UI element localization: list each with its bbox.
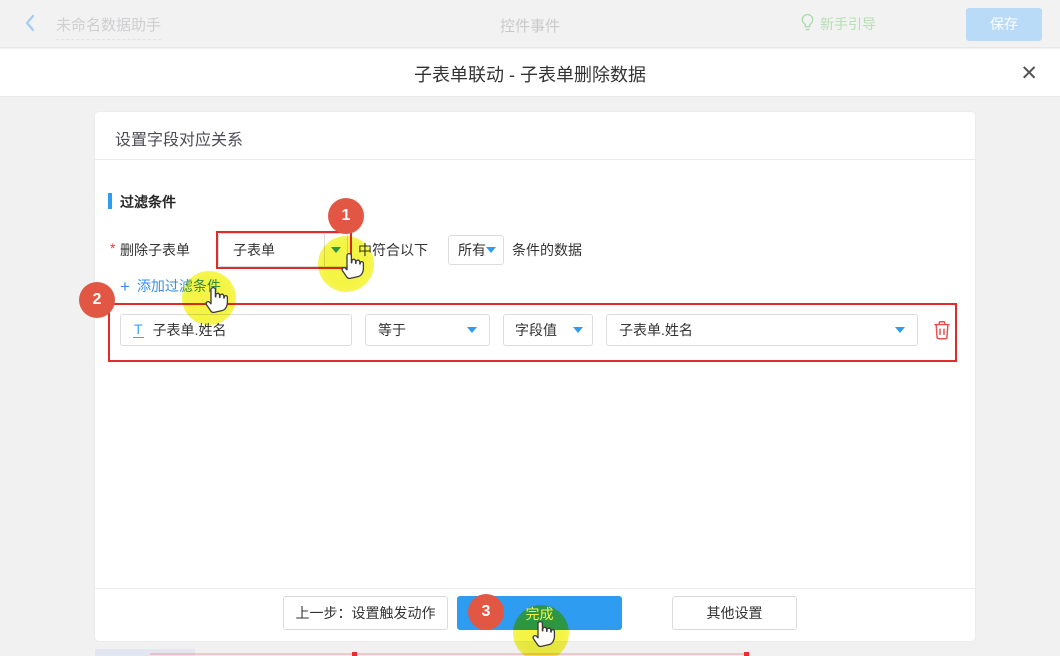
chevron-down-icon (331, 247, 341, 253)
close-icon[interactable]: ✕ (1014, 59, 1044, 88)
operator-select[interactable]: 等于 (365, 314, 490, 346)
value-type-select[interactable]: 字段值 (503, 314, 593, 346)
other-settings-button[interactable]: 其他设置 (672, 596, 797, 630)
value-type-value: 字段值 (515, 320, 557, 340)
suffix-text: 条件的数据 (512, 233, 582, 267)
condition-field-input[interactable]: T 子表单.姓名 (120, 314, 352, 346)
filter-section-title: 过滤条件 (120, 192, 176, 212)
guide-label: 新手引导 (820, 14, 876, 34)
next-content-annotation-tick (744, 652, 749, 656)
chevron-down-icon (486, 247, 496, 253)
scope-select-value: 所有 (458, 240, 486, 260)
chevron-down-icon (573, 327, 583, 333)
step-badge-1: 1 (328, 198, 364, 234)
card-header: 设置字段对应关系 (95, 112, 975, 160)
condition-field-value: 子表单.姓名 (144, 320, 227, 340)
screen: 未命名数据助手 控件事件 新手引导 保存 子表单联动 - 子表单删除数据 ✕ 设… (0, 0, 1060, 656)
prev-step-button[interactable]: 上一步：设置触发动作 (283, 596, 448, 630)
delete-condition-button[interactable] (933, 320, 953, 340)
section-marker (108, 193, 112, 209)
subform-select[interactable]: 子表单 (218, 233, 348, 267)
modal-title: 子表单联动 - 子表单删除数据 (0, 61, 1060, 87)
topbar-title: 控件事件 (0, 15, 1060, 36)
beginner-guide-button[interactable]: 新手引导 (800, 13, 876, 35)
compare-value-select[interactable]: 子表单.姓名 (606, 314, 918, 346)
step-badge-2: 2 (79, 282, 115, 318)
required-mark: * (110, 240, 115, 256)
scope-select[interactable]: 所有 (448, 235, 504, 265)
plus-icon: + (120, 278, 130, 295)
operator-value: 等于 (378, 320, 406, 340)
save-button[interactable]: 保存 (966, 8, 1042, 41)
footer-divider (95, 588, 975, 589)
compare-value: 子表单.姓名 (619, 320, 693, 340)
next-content-annotation-edge (150, 653, 750, 655)
text-field-type-icon: T (133, 322, 144, 338)
step-badge-3: 3 (468, 594, 504, 630)
settings-card: 设置字段对应关系 过滤条件 * 删除子表单 子表单 中符合以下 所有 条件的数据… (95, 112, 975, 641)
subform-select-value: 子表单 (219, 240, 324, 260)
chevron-down-icon (895, 327, 905, 333)
add-filter-label: 添加过滤条件 (137, 276, 221, 296)
subform-select-arrow-zone[interactable] (324, 234, 347, 266)
add-filter-condition-link[interactable]: + 添加过滤条件 (120, 276, 221, 296)
lightbulb-icon (800, 13, 815, 35)
next-content-annotation-tick (352, 652, 357, 656)
modal-header: 子表单联动 - 子表单删除数据 ✕ (0, 49, 1060, 97)
card-header-title: 设置字段对应关系 (115, 126, 243, 150)
middle-text: 中符合以下 (358, 233, 428, 267)
trash-icon (933, 327, 951, 344)
topbar: 未命名数据助手 控件事件 新手引导 保存 (0, 0, 1060, 48)
chevron-down-icon (467, 327, 477, 333)
delete-subform-label: 删除子表单 (120, 233, 190, 267)
